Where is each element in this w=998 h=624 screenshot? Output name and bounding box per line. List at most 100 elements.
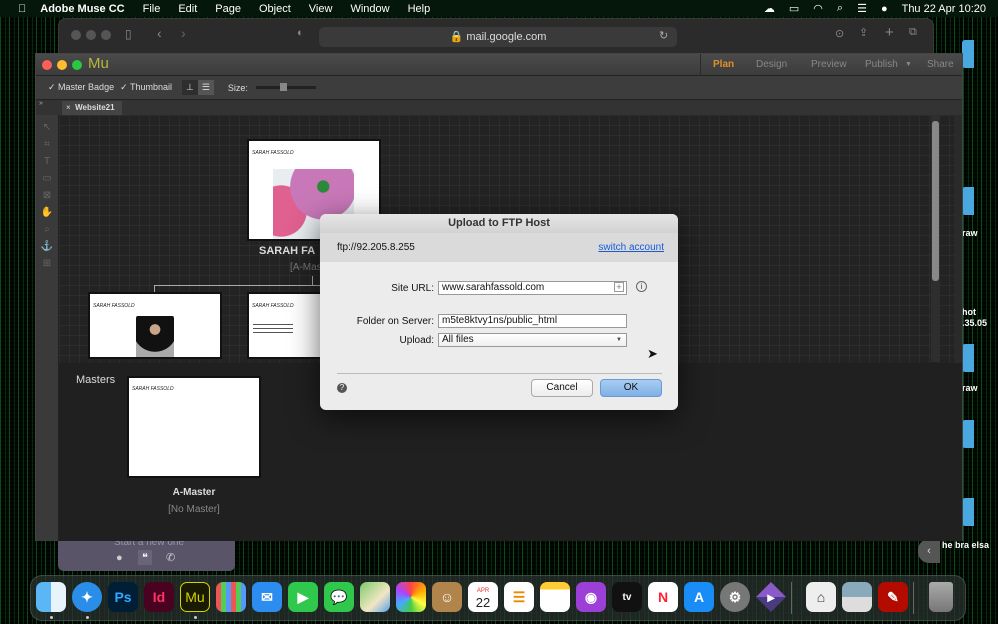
photoshop-icon[interactable]: Ps [108,582,138,612]
app-store-icon[interactable]: A [684,582,714,612]
wifi-icon[interactable]: ◠ [813,2,823,15]
site-url-input[interactable]: www.sarahfassold.com + [438,281,627,295]
desktop-label[interactable]: raw [962,228,978,238]
podcasts-icon[interactable]: ◉ [576,582,606,612]
menu-file[interactable]: File [143,3,161,15]
vertical-scrollbar[interactable] [931,115,940,362]
text-tool-icon[interactable]: T [36,153,58,170]
siri-icon[interactable]: ● [881,3,888,15]
publish-dropdown-icon[interactable]: ▼ [905,61,912,68]
hand-tool-icon[interactable]: ✋ [36,204,58,221]
menu-window[interactable]: Window [350,3,389,15]
tab-design[interactable]: Design [756,59,787,70]
upload-select[interactable]: All files ▼ [438,333,627,347]
trash-icon[interactable] [929,582,953,612]
master-thumbnail[interactable]: SARAH FASSOLD [127,376,261,478]
phone-icon[interactable]: ✆ [166,551,175,564]
reminders-icon[interactable]: ☰ [504,582,534,612]
size-slider-thumb[interactable] [279,83,287,91]
photos-icon[interactable] [396,582,426,612]
desktop-label[interactable]: raw [962,383,978,393]
menu-app-name[interactable]: Adobe Muse CC [40,3,124,15]
tab-plan[interactable]: Plan [713,59,734,70]
chevron-left-icon[interactable]: ‹ [918,539,940,563]
acrobat-icon[interactable]: ✎ [878,582,908,612]
system-preferences-icon[interactable]: ⚙ [720,582,750,612]
tab-publish[interactable]: Publish [865,59,898,70]
sitemap-view-icon[interactable]: ⊥ [182,80,198,95]
hangouts-icon[interactable]: ❝ [138,550,152,565]
desktop-folder-icon[interactable] [962,344,974,372]
tab-website21[interactable]: × Website21 [62,101,122,115]
cancel-button[interactable]: Cancel [531,379,593,397]
battery-icon[interactable]: ▭ [789,2,799,15]
menu-edit[interactable]: Edit [178,3,197,15]
tv-icon[interactable]: tv [612,582,642,612]
muse-icon[interactable]: Mu [180,582,210,612]
zoom-tool-icon[interactable]: ⌕ [36,221,58,238]
folder-input[interactable]: m5te8ktvy1ns/public_html [438,314,627,328]
download-icon[interactable]: ⊙ [835,27,844,40]
contacts-icon[interactable]: ☺ [432,582,462,612]
ok-button[interactable]: OK [600,379,662,397]
scrollbar-thumb[interactable] [932,121,939,281]
add-icon[interactable]: + [614,282,624,292]
info-icon[interactable]: i [636,281,647,292]
expand-panel-icon[interactable]: » [39,100,43,107]
desktop-folder-icon[interactable] [962,420,974,448]
size-slider[interactable] [255,83,316,91]
shield-icon[interactable]: ◐ [297,27,304,39]
anchor-tool-icon[interactable]: ⚓ [36,238,58,255]
minimize-button[interactable] [57,60,67,70]
thumbnail-checkbox[interactable]: ✓ Thumbnail [120,82,172,93]
mail-icon[interactable]: ✉ [252,582,282,612]
crop-tool-icon[interactable]: ⌗ [36,136,58,153]
desktop-folder-icon[interactable] [962,40,974,68]
control-center-icon[interactable]: ☰ [857,2,867,15]
menu-object[interactable]: Object [259,3,291,15]
scanner-icon[interactable]: ⌂ [806,582,836,612]
zoom-button[interactable] [72,60,82,70]
tab-preview[interactable]: Preview [811,59,847,70]
indesign-icon[interactable]: Id [144,582,174,612]
minimize-button[interactable] [86,30,96,40]
page-thumbnail-about[interactable]: SARAH FASSOLD [88,292,222,359]
desktop-label[interactable]: .35.05 [962,318,987,328]
master-badge-checkbox[interactable]: ✓ Master Badge [48,82,114,93]
grid-tool-icon[interactable]: ⊞ [36,255,58,272]
close-tab-icon[interactable]: × [66,103,71,112]
facetime-icon[interactable]: ▶ [288,582,318,612]
desktop-label[interactable]: hot [962,307,976,317]
menu-page[interactable]: Page [215,3,241,15]
address-bar[interactable]: 🔒 mail.google.com [319,27,677,47]
notes-icon[interactable] [540,582,570,612]
messages-icon[interactable]: 💬 [324,582,354,612]
maps-icon[interactable] [360,582,390,612]
person-icon[interactable]: ● [116,552,123,564]
search-icon[interactable]: ⌕ [837,2,843,15]
tab-share[interactable]: Share [927,59,954,70]
clock[interactable]: Thu 22 Apr 10:20 [902,3,986,15]
back-icon[interactable]: ‹ [157,25,162,41]
close-button[interactable] [42,60,52,70]
forward-icon[interactable]: › [181,25,186,41]
desktop-folder-icon[interactable] [962,498,974,526]
close-button[interactable] [71,30,81,40]
news-icon[interactable]: N [648,582,678,612]
new-tab-icon[interactable]: + [885,24,894,41]
rectangle-tool-icon[interactable]: ▭ [36,170,58,187]
desktop-folder-icon[interactable] [962,187,974,215]
help-icon[interactable]: ? [337,383,347,393]
reload-icon[interactable]: ↻ [659,29,668,42]
menu-view[interactable]: View [309,3,333,15]
preview-icon[interactable] [842,582,872,612]
desktop-label[interactable]: he bra elsa [942,540,989,550]
tabs-overview-icon[interactable]: ⧉ [909,26,917,39]
selection-tool-icon[interactable]: ↖ [36,119,58,136]
switch-account-link[interactable]: switch account [598,242,664,253]
launchpad-icon[interactable] [216,582,246,612]
frame-tool-icon[interactable]: ⊠ [36,187,58,204]
app-icon[interactable]: ▸ [756,582,786,612]
calendar-icon[interactable]: APR 22 [468,582,498,612]
safari-icon[interactable]: ✦ [72,582,102,612]
